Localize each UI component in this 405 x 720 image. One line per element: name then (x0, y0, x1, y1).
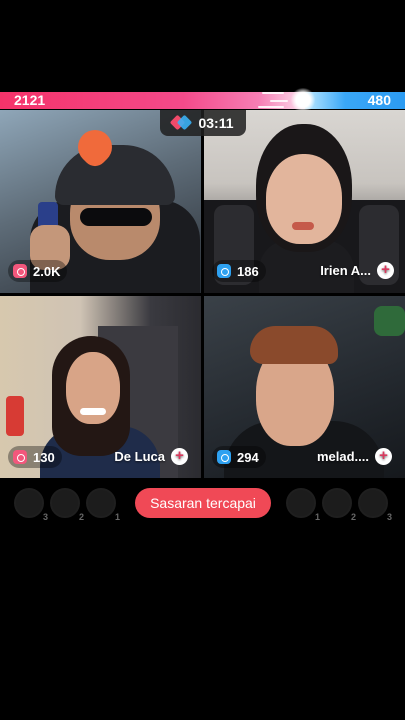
top-gifter-avatar[interactable]: 1 (86, 488, 120, 522)
guest-video-tile-3[interactable]: 130 De Luca + (0, 296, 201, 478)
streak-line (270, 100, 288, 102)
team-right-score: 480 (367, 92, 391, 108)
guest-video-tile-2[interactable]: 186 Irien A... + (204, 110, 405, 293)
gift-count-badge: 294 (212, 446, 266, 468)
video-grid: 2.0K 186 Irien A... + 130 De Luca + 294 … (0, 110, 405, 478)
guest-name-tag[interactable]: De Luca + (114, 448, 188, 465)
guest-name: melad.... (316, 449, 369, 464)
follow-plus-icon[interactable]: + (375, 448, 392, 465)
gift-count: 2.0K (33, 263, 61, 279)
top-gifter-avatar[interactable]: 3 (14, 488, 48, 522)
guest-video-tile-1[interactable]: 2.0K (0, 110, 201, 293)
team-right-score-bar: 480 (305, 92, 405, 109)
gift-count-badge: 2.0K (8, 260, 68, 282)
target-reached-button[interactable]: Sasaran tercapai (135, 488, 271, 518)
gift-count: 130 (33, 449, 55, 465)
top-gifter-avatar[interactable]: 3 (358, 488, 392, 522)
coin-icon (217, 450, 231, 464)
gift-count: 294 (237, 449, 259, 465)
streak-line (262, 92, 284, 94)
top-gifter-avatar[interactable]: 2 (50, 488, 84, 522)
guest-name: Irien A... (320, 263, 371, 278)
guest-name-tag[interactable]: melad.... + (317, 448, 392, 465)
streak-line (258, 106, 284, 108)
coin-icon (217, 264, 231, 278)
follow-plus-icon[interactable]: + (377, 262, 394, 279)
team-left-score: 2121 (14, 92, 46, 108)
score-bar: 2121 480 (0, 92, 405, 109)
target-reached-label: Sasaran tercapai (150, 495, 256, 511)
guest-name: De Luca (114, 449, 165, 464)
gift-count: 186 (237, 263, 259, 279)
coin-icon (13, 450, 27, 464)
top-gifter-avatar[interactable]: 1 (286, 488, 320, 522)
coin-icon (13, 264, 27, 278)
battle-icon (172, 117, 190, 129)
gift-count-badge: 186 (212, 260, 266, 282)
timer-value: 03:11 (198, 115, 234, 131)
gift-count-badge: 130 (8, 446, 62, 468)
score-divider-flash (290, 88, 316, 112)
guest-name-tag[interactable]: Irien A... + (320, 262, 394, 279)
battle-timer: 03:11 (160, 110, 246, 136)
follow-plus-icon[interactable]: + (171, 448, 188, 465)
top-gifter-avatar[interactable]: 2 (322, 488, 356, 522)
guest-video-tile-4[interactable]: 294 melad.... + (204, 296, 405, 478)
